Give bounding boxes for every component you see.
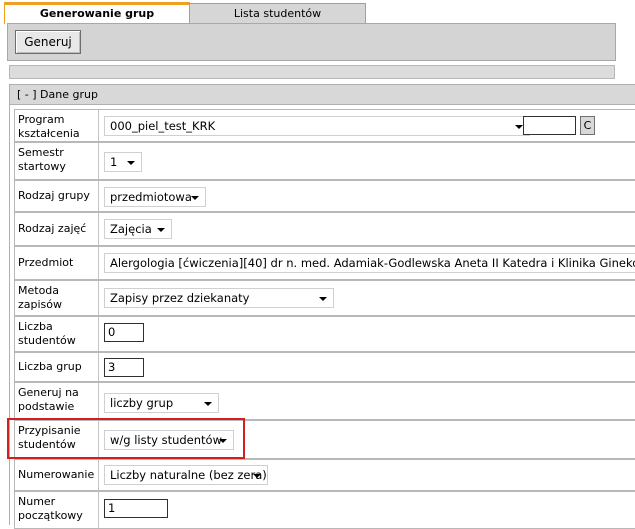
- group-count-label: Liczba grup: [15, 353, 99, 381]
- group-data-form: [ - ] Dane grup Program kształcenia 000_…: [9, 84, 635, 529]
- class-type-label: Rodzaj zajęć: [15, 213, 99, 245]
- assignment-select-value: w/g listy studentów: [110, 433, 222, 447]
- row-subject: Przedmiot Alergologia [ćwiczenia][40] dr…: [14, 246, 635, 280]
- chevron-down-icon: [157, 228, 165, 232]
- subject-label: Przedmiot: [15, 247, 99, 279]
- program-select[interactable]: 000_piel_test_KRK: [104, 116, 530, 136]
- group-type-select-value: przedmiotowa: [110, 190, 192, 204]
- section-header-dane-grup[interactable]: [ - ] Dane grup: [10, 85, 635, 105]
- enrollment-label: Metoda zapisów: [15, 281, 99, 315]
- subject-select[interactable]: Alergologia [ćwiczenia][40] dr n. med. A…: [104, 253, 635, 273]
- numbering-select[interactable]: Liczby naturalne (bez zera): [104, 465, 268, 485]
- row-start-number: Numer początkowy 1: [14, 491, 635, 529]
- subject-select-value: Alergologia [ćwiczenia][40] dr n. med. A…: [110, 256, 635, 270]
- generate-by-select-value: liczby grup: [110, 396, 174, 410]
- divider-strip: [9, 65, 615, 79]
- semester-select-value: 1: [110, 155, 118, 169]
- program-select-value: 000_piel_test_KRK: [110, 119, 216, 133]
- row-class-type: Rodzaj zajęć Zajęcia: [14, 212, 635, 246]
- numbering-label: Numerowanie: [15, 460, 99, 490]
- row-assignment: Przypisanie studentów w/g listy studentó…: [14, 420, 635, 459]
- row-group-count: Liczba grup 3: [14, 352, 635, 382]
- chevron-down-icon: [204, 402, 212, 406]
- student-count-input[interactable]: 0: [104, 323, 144, 342]
- group-type-label: Rodzaj grupy: [15, 181, 99, 211]
- generate-button[interactable]: Generuj: [15, 30, 81, 54]
- chevron-down-icon: [515, 125, 523, 129]
- generate-by-label: Generuj na podstawie: [15, 383, 99, 419]
- start-number-input[interactable]: 1: [104, 499, 168, 518]
- assignment-label: Przypisanie studentów: [15, 421, 99, 458]
- chevron-down-icon: [319, 297, 327, 301]
- enrollment-select-value: Zapisy przez dziekanaty: [110, 291, 250, 305]
- assignment-select[interactable]: w/g listy studentów: [104, 430, 234, 450]
- program-code-button[interactable]: C: [580, 116, 595, 135]
- numbering-select-value: Liczby naturalne (bez zera): [110, 468, 267, 482]
- chevron-down-icon: [219, 439, 227, 443]
- row-generate-by: Generuj na podstawie liczby grup: [14, 382, 635, 420]
- semester-label: Semestr startowy: [15, 143, 99, 179]
- row-student-count: Liczba studentów 0: [14, 316, 635, 352]
- chevron-down-icon: [127, 161, 135, 165]
- class-type-select[interactable]: Zajęcia: [104, 219, 172, 239]
- generate-by-select[interactable]: liczby grup: [104, 393, 219, 413]
- program-label: Program kształcenia: [15, 110, 99, 141]
- row-semester: Semestr startowy 1: [14, 142, 635, 180]
- program-code-input[interactable]: [523, 116, 576, 135]
- semester-select[interactable]: 1: [104, 152, 142, 172]
- group-type-select[interactable]: przedmiotowa: [104, 187, 206, 207]
- student-count-label: Liczba studentów: [15, 317, 99, 351]
- toolbar: Generuj: [7, 23, 616, 61]
- tab-lista-studentow[interactable]: Lista studentów: [189, 3, 366, 24]
- row-program: Program kształcenia 000_piel_test_KRK C: [14, 109, 635, 142]
- class-type-select-value: Zajęcia: [110, 222, 152, 236]
- row-numbering: Numerowanie Liczby naturalne (bez zera): [14, 459, 635, 491]
- tab-bar: Generowanie grup Lista studentów: [0, 0, 635, 24]
- chevron-down-icon: [253, 474, 261, 478]
- tab-generowanie-grup[interactable]: Generowanie grup: [4, 2, 190, 24]
- group-count-input[interactable]: 3: [104, 358, 144, 377]
- enrollment-select[interactable]: Zapisy przez dziekanaty: [104, 288, 334, 308]
- row-enrollment: Metoda zapisów Zapisy przez dziekanaty: [14, 280, 635, 316]
- start-number-label: Numer początkowy: [15, 492, 99, 528]
- row-group-type: Rodzaj grupy przedmiotowa: [14, 180, 635, 212]
- chevron-down-icon: [191, 196, 199, 200]
